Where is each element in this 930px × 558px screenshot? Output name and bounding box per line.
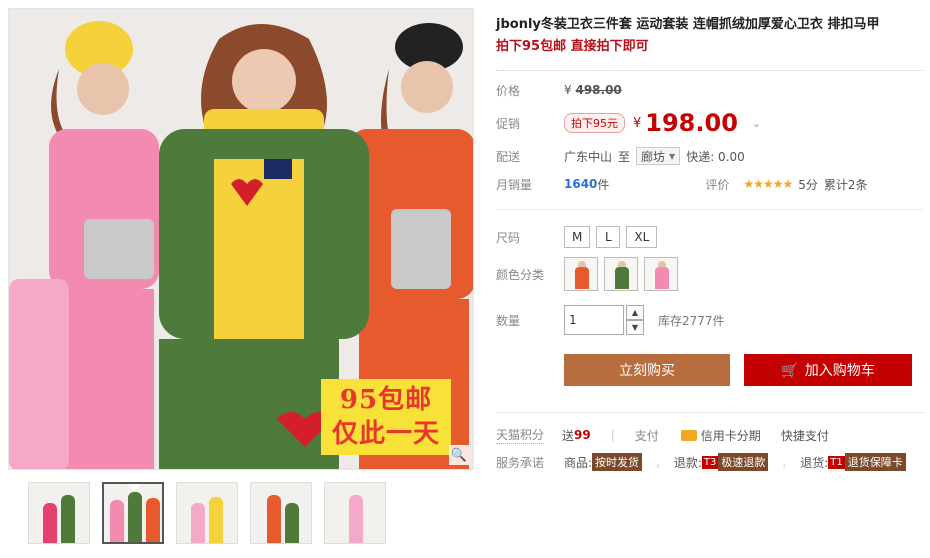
original-price-row: 价格 ¥ 498.00 <box>496 77 924 103</box>
chevron-down-icon[interactable]: ⌄ <box>752 117 761 130</box>
refund-code-badge: T3 <box>701 455 719 469</box>
refund-prefix: 退款: <box>673 455 702 470</box>
separator: , <box>656 455 660 469</box>
return-guarantee-badge[interactable]: 退货保障卡 <box>844 453 906 471</box>
color-swatch-orange[interactable] <box>564 257 598 291</box>
thumbnail-2[interactable] <box>102 482 164 544</box>
sales-count: 1640 <box>564 177 598 191</box>
currency-symbol: ¥ <box>564 83 572 97</box>
promo-banner: 95包邮 仅此一天 <box>321 379 451 455</box>
increase-icon[interactable]: ▲ <box>626 305 644 320</box>
color-swatch-pink[interactable] <box>644 257 678 291</box>
promo-line-2: 仅此一天 <box>331 419 440 449</box>
on-time-delivery-badge[interactable]: 按时发货 <box>592 453 643 471</box>
rating-label: 评价 <box>705 177 730 192</box>
service-section: 天猫积分 送 99 | 支付 信用卡分期 快捷支付 服务承诺 商品: 按时发货 … <box>496 412 924 475</box>
shipping-row: 配送 广东中山 至 廊坊 ▼ 快递: 0.00 <box>496 143 924 169</box>
express-fee: 快递: 0.00 <box>686 149 745 164</box>
points-label: 天猫积分 <box>496 428 545 444</box>
product-info: jbonly冬装卫衣三件套 运动套装 连帽抓绒加厚爱心卫衣 排扣马甲 拍下95包… <box>496 14 924 475</box>
thumbnail-5[interactable] <box>324 482 386 544</box>
size-option-xl[interactable]: XL <box>626 226 658 248</box>
points-prefix: 送 <box>562 428 575 443</box>
return-code-badge: T1 <box>828 455 845 469</box>
main-product-image[interactable]: 95包邮 仅此一天 🔍 <box>8 8 474 470</box>
stock-count: 库存2777件 <box>658 313 725 328</box>
add-to-cart-button[interactable]: 🛒 加入购物车 <box>744 354 912 386</box>
sales-unit: 件 <box>597 177 610 192</box>
service-label: 服务承诺 <box>496 455 545 470</box>
add-to-cart-label: 加入购物车 <box>804 362 875 378</box>
pay-label: 支付 <box>634 428 659 443</box>
currency-symbol: ¥ <box>633 115 642 131</box>
promo-label: 促销 <box>496 116 521 131</box>
points-value: 99 <box>574 428 591 442</box>
color-row: 颜色分类 <box>496 252 924 296</box>
cart-icon: 🛒 <box>781 361 799 378</box>
fast-refund-badge[interactable]: 极速退款 <box>718 453 769 471</box>
quantity-input[interactable] <box>564 305 624 335</box>
thumbnail-4[interactable] <box>250 482 312 544</box>
sales-label: 月销量 <box>496 177 533 192</box>
credit-card-icon <box>680 429 697 441</box>
color-label: 颜色分类 <box>496 267 545 282</box>
thumbnail-1[interactable] <box>28 482 90 544</box>
size-label: 尺码 <box>496 230 521 245</box>
promo-price-row: 促销 拍下95元 ¥ 198.00 ⌄ <box>496 103 924 143</box>
shipping-label: 配送 <box>496 149 521 164</box>
credit-installment[interactable]: 信用卡分期 <box>701 427 761 444</box>
product-title: jbonly冬装卫衣三件套 运动套装 连帽抓绒加厚爱心卫衣 排扣马甲 <box>496 17 880 32</box>
promo-tag: 拍下95元 <box>564 113 625 133</box>
destination-value: 廊坊 <box>641 149 666 164</box>
rating-score: 5分 <box>798 177 818 192</box>
size-option-m[interactable]: M <box>564 226 591 248</box>
color-swatch-green[interactable] <box>604 257 638 291</box>
separator: , <box>782 455 787 469</box>
product-gallery: 95包邮 仅此一天 🔍 <box>8 8 474 544</box>
ship-to-word: 至 <box>618 149 631 164</box>
express-pay[interactable]: 快捷支付 <box>781 427 829 444</box>
divider <box>496 209 924 210</box>
divider <box>496 70 924 71</box>
size-row: 尺码 M L XL <box>496 222 924 252</box>
quantity-row: 数量 ▲ ▼ 库存2777件 <box>496 298 924 342</box>
decrease-icon[interactable]: ▼ <box>626 320 644 335</box>
goods-prefix: 商品: <box>564 455 593 470</box>
size-option-l[interactable]: L <box>596 226 621 248</box>
magnifier-icon[interactable]: 🔍 <box>449 445 469 465</box>
promo-price: 198.00 <box>645 109 738 137</box>
review-count[interactable]: 累计2条 <box>824 176 868 193</box>
sales-row: 月销量 1640 件 评价 ★★★★★ 5分 累计2条 <box>496 169 924 199</box>
service-row: 服务承诺 商品: 按时发货 , 退款: T3 极速退款 , 退货: T1 退货保… <box>496 449 924 475</box>
return-prefix: 退货: <box>800 455 829 470</box>
buy-now-button[interactable]: 立刻购买 <box>564 354 730 386</box>
original-price-value: 498.00 <box>575 83 622 97</box>
promo-line-1: 95包邮 <box>339 385 433 415</box>
quantity-stepper: ▲ ▼ <box>626 305 644 335</box>
ship-from: 广东中山 <box>564 149 613 164</box>
points-row: 天猫积分 送 99 | 支付 信用卡分期 快捷支付 <box>496 421 924 449</box>
destination-select[interactable]: 廊坊 ▼ <box>636 147 681 165</box>
separator: | <box>610 428 615 442</box>
original-price: ¥ 498.00 <box>564 83 622 97</box>
price-label: 价格 <box>496 83 521 98</box>
caret-down-icon: ▼ <box>669 151 676 161</box>
quantity-label: 数量 <box>496 313 521 328</box>
rating-stars: ★★★★★ <box>743 177 793 191</box>
thumbnail-3[interactable] <box>176 482 238 544</box>
action-row: 立刻购买 🛒 加入购物车 <box>496 354 924 386</box>
thumbnail-strip <box>8 470 474 544</box>
product-subtitle: 拍下95包邮 直接拍下即可 <box>496 39 649 54</box>
